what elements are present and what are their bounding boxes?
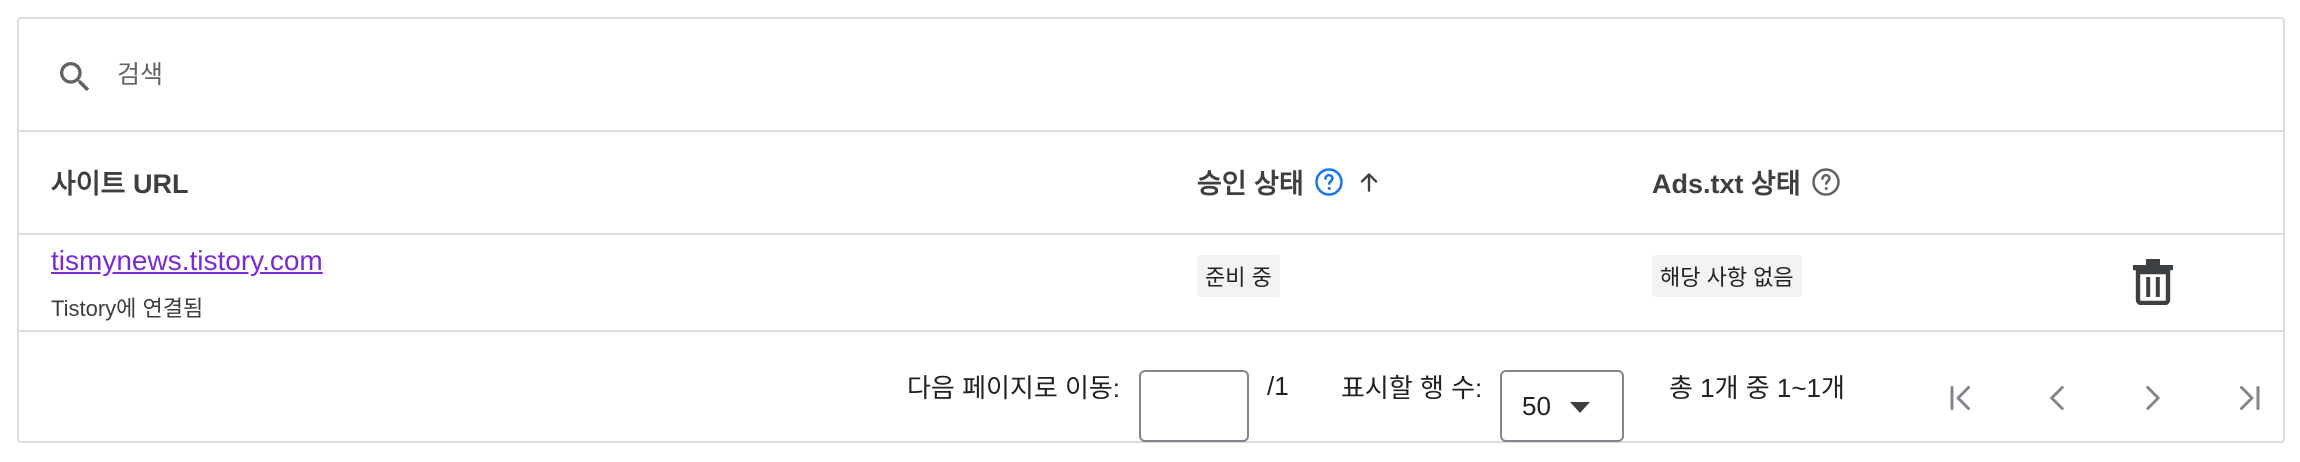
column-header-site-url[interactable]: 사이트 URL <box>51 130 189 233</box>
site-url-link[interactable]: tismynews.tistory.com <box>51 245 323 277</box>
last-page-button[interactable] <box>2227 376 2271 420</box>
table-header: 사이트 URL 승인 상태 Ads.txt 상태 <box>19 130 2283 235</box>
pagination-bar: 다음 페이지로 이동: /1 표시할 행 수: 50 총 1개 중 1~1개 <box>19 330 2283 443</box>
search-input[interactable] <box>115 49 1119 101</box>
column-header-approval-status[interactable]: 승인 상태 <box>1197 130 1382 233</box>
sites-table-card: 사이트 URL 승인 상태 Ads.txt 상태 <box>17 17 2285 443</box>
total-pages-text: /1 <box>1267 371 1289 401</box>
search-icon[interactable] <box>55 57 95 97</box>
rows-per-page-label: 표시할 행 수: <box>1341 373 1483 403</box>
rows-per-page-select[interactable]: 50 <box>1500 370 1624 442</box>
help-icon[interactable] <box>1314 167 1344 197</box>
range-text: 총 1개 중 1~1개 <box>1669 373 1845 403</box>
goto-page-input[interactable] <box>1139 370 1249 442</box>
chevron-left-icon <box>2050 386 2064 410</box>
last-page-icon <box>2240 386 2260 410</box>
column-header-label: 사이트 URL <box>51 169 189 199</box>
chevron-right-icon <box>2146 386 2160 410</box>
site-connection-text: Tistory에 연결됨 <box>51 296 204 321</box>
column-header-label: 승인 상태 <box>1197 169 1304 199</box>
first-page-icon <box>1950 386 1970 410</box>
column-header-ads-txt-status[interactable]: Ads.txt 상태 <box>1652 130 1841 233</box>
rows-per-page-value: 50 <box>1522 390 1551 421</box>
ads-txt-status-badge: 해당 사항 없음 <box>1652 255 1802 297</box>
help-icon[interactable] <box>1811 167 1841 197</box>
approval-status-badge: 준비 중 <box>1197 255 1280 297</box>
caret-down-icon <box>1570 402 1590 413</box>
next-page-button[interactable] <box>2131 376 2175 420</box>
sort-ascending-icon[interactable] <box>1356 169 1382 195</box>
table-row: tismynews.tistory.com Tistory에 연결됨 준비 중 … <box>19 233 2283 332</box>
search-bar <box>19 19 2283 132</box>
delete-icon[interactable] <box>2131 257 2175 305</box>
first-page-button[interactable] <box>1939 376 1983 420</box>
goto-page-label: 다음 페이지로 이동: <box>907 373 1121 403</box>
column-header-label: Ads.txt 상태 <box>1652 169 1801 199</box>
previous-page-button[interactable] <box>2035 376 2079 420</box>
